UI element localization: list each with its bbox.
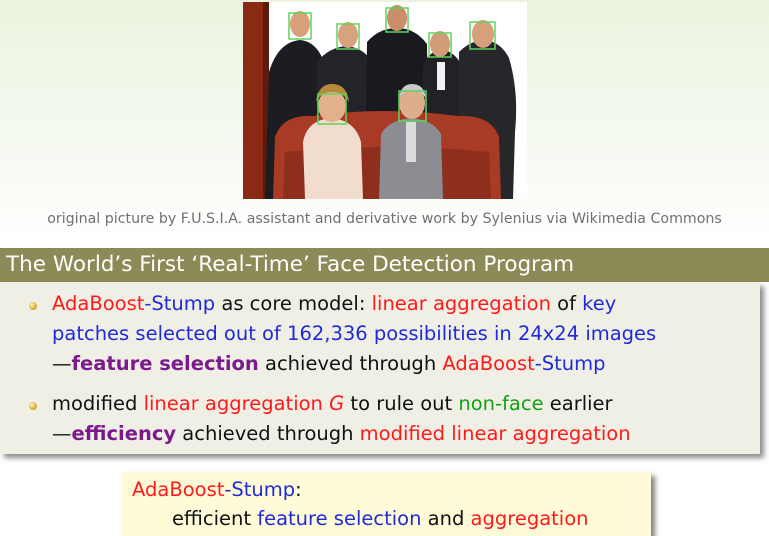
term-adaboost: AdaBoost [442,352,535,375]
text: and [421,507,471,530]
term-feature-selection: feature selection [71,352,259,375]
person-front-2-shirt [406,122,416,162]
bullet-icon [29,302,37,310]
term-adaboost: AdaBoost [52,292,145,315]
summary-callout: AdaBoost-Stump: efficient feature select… [122,472,651,536]
slide-title: The World’s First ‘Real-Time’ Face Detec… [0,248,769,282]
bullet-2-line-1: modified linear aggregation G to rule ou… [52,389,631,419]
bullet-item-2: modified linear aggregation G to rule ou… [29,389,631,449]
term-linear-aggregation: linear aggregation [143,392,330,415]
group-portrait-face-detection-photo [243,2,527,199]
person-back-5-head [472,20,494,48]
term-feature-selection: feature selection [257,507,422,530]
text: efficient [172,507,258,530]
dash: — [52,352,72,375]
image-credit: original picture by F.U.S.I.A. assistant… [47,211,722,227]
group-photo [243,2,527,199]
text: of [550,292,583,315]
dash: — [52,422,72,445]
text: to rule out [344,392,459,415]
term-stump: -Stump [224,478,296,501]
bullet-icon [29,402,37,410]
callout-line-2: efficient feature selection and aggregat… [172,507,589,530]
bullet-item-1: AdaBoost-Stump as core model: linear agg… [29,289,657,379]
content-box: AdaBoost-Stump as core model: linear agg… [0,282,760,454]
term-key: key [582,292,617,315]
term-g: G [329,392,345,415]
term-aggregation: aggregation [470,507,589,530]
bullet-1-line-1: AdaBoost-Stump as core model: linear agg… [52,289,656,319]
term-efficiency: efficiency [71,422,177,445]
callout-line-1: AdaBoost-Stump: [132,478,302,501]
text: achieved through [176,422,360,445]
person-back-4-head [430,31,450,57]
bullet-1-line-3: —feature selection achieved through AdaB… [52,349,656,379]
bullet-1-line-2: patches selected out of 162,336 possibil… [52,322,657,345]
person-back-4-shirt [437,62,445,90]
text: : [295,478,302,501]
person-back-3-head [387,5,407,31]
term-modified-linear-aggregation: modified linear aggregation [359,422,631,445]
term-stump: -Stump [144,292,216,315]
text: modified [52,392,144,415]
term-adaboost: AdaBoost [132,478,225,501]
term-non-face: non-face [458,392,544,415]
person-back-2-head [338,22,358,48]
person-front-1-body [303,118,363,199]
text: as core model: [215,292,372,315]
text: earlier [543,392,613,415]
bullet-2-line-2: —efficiency achieved through modified li… [52,419,631,449]
person-back-1-head [290,11,310,37]
text: achieved through [258,352,443,375]
person-front-1-head [318,90,346,122]
term-linear-aggregation: linear aggregation [371,292,551,315]
term-stump: -Stump [534,352,606,375]
